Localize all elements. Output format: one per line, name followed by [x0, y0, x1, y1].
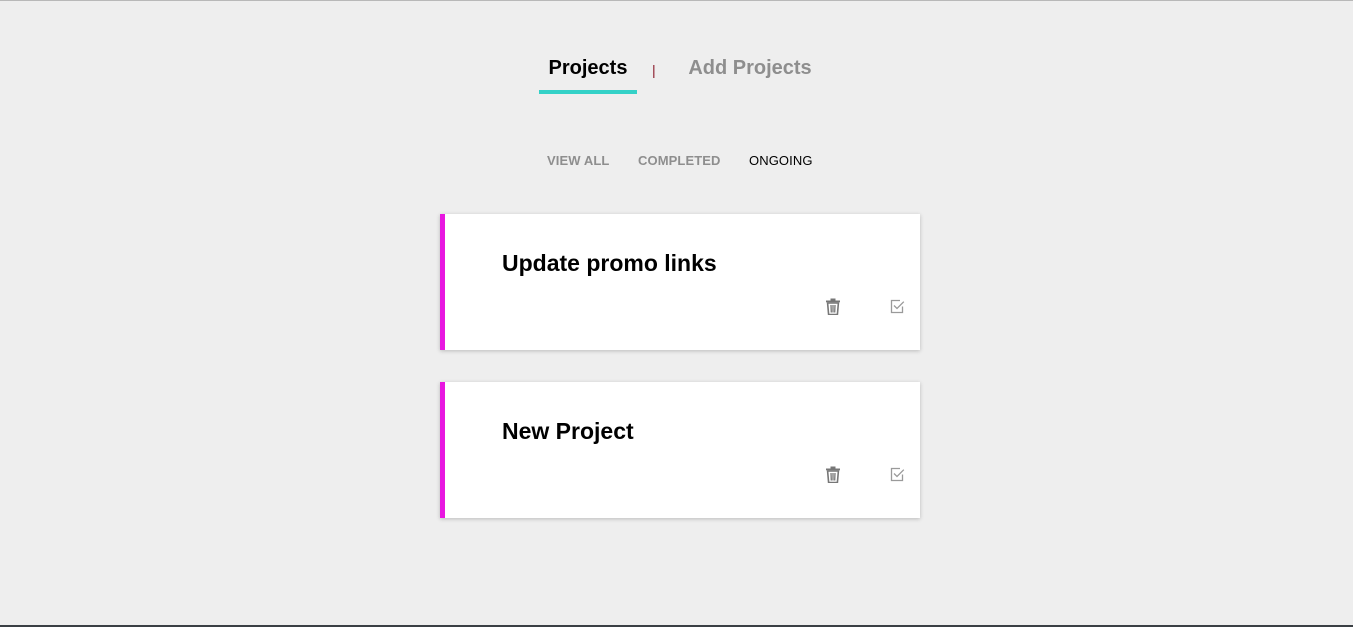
checkbox-icon	[890, 467, 904, 481]
trash-icon	[826, 298, 840, 315]
filter-completed[interactable]: COMPLETED	[638, 151, 721, 171]
main-nav: Projects | Add Projects	[0, 52, 1353, 97]
project-title: Update promo links	[502, 250, 717, 276]
filter-view-all[interactable]: VIEW ALL	[547, 151, 609, 171]
delete-button[interactable]	[823, 464, 843, 484]
project-card: New Project	[440, 382, 920, 518]
nav-separator: |	[652, 62, 656, 78]
complete-button[interactable]	[887, 464, 907, 484]
active-tab-underline	[539, 90, 637, 94]
checkbox-icon	[890, 299, 904, 313]
tab-add-projects[interactable]: Add Projects	[680, 52, 820, 94]
trash-icon	[826, 466, 840, 483]
project-card: Update promo links	[440, 214, 920, 350]
delete-button[interactable]	[823, 296, 843, 316]
complete-button[interactable]	[887, 296, 907, 316]
filter-ongoing[interactable]: ONGOING	[749, 151, 813, 171]
top-border	[0, 0, 1353, 1]
project-title: New Project	[502, 418, 634, 444]
filter-bar: VIEW ALL COMPLETED ONGOING	[0, 151, 1353, 171]
tab-projects[interactable]: Projects	[539, 52, 637, 94]
